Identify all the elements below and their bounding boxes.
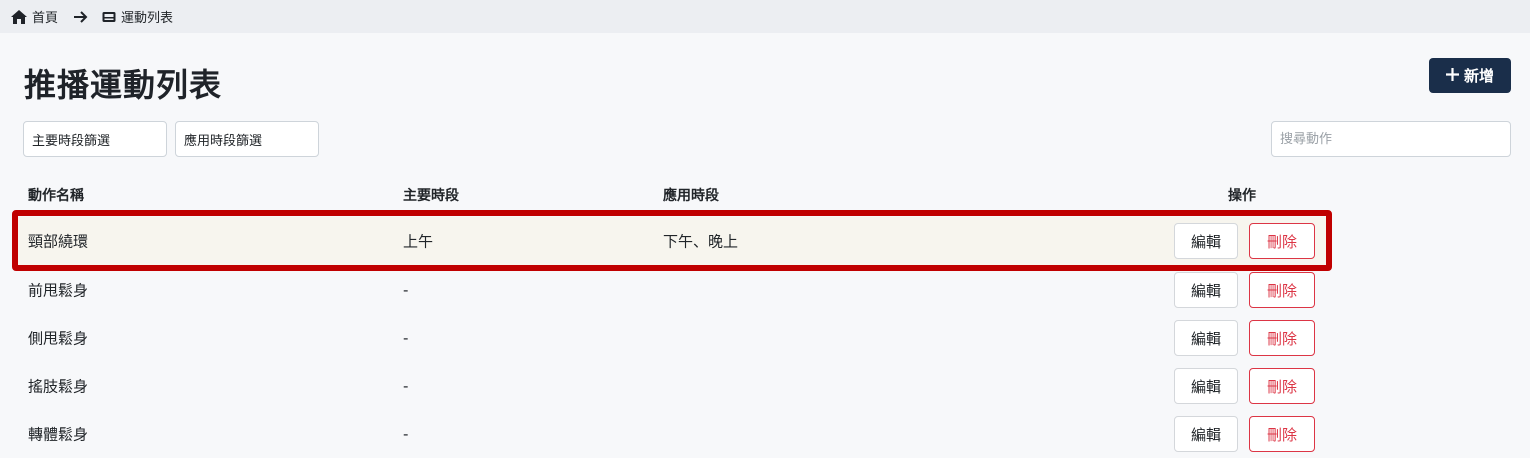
column-header-primary-period: 主要時段 — [403, 188, 459, 204]
edit-button[interactable]: 編輯 — [1174, 416, 1238, 452]
edit-button[interactable]: 編輯 — [1174, 320, 1238, 356]
exercise-name: 轉體鬆身 — [28, 425, 89, 444]
exercise-name: 搖肢鬆身 — [28, 377, 89, 396]
breadcrumb: 首頁 運動列表 — [0, 0, 1530, 33]
table-row: 頸部繞環 上午 下午、晚上 編輯 刪除 — [16, 217, 1330, 265]
delete-button[interactable]: 刪除 — [1249, 223, 1315, 259]
delete-button[interactable]: 刪除 — [1249, 272, 1315, 308]
add-button-label: 新增 — [1463, 67, 1494, 85]
search-input[interactable] — [1271, 121, 1511, 157]
primary-period: - — [403, 329, 409, 347]
page-title: 推播運動列表 — [24, 66, 223, 104]
exercise-name: 前甩鬆身 — [28, 281, 89, 300]
table-row: 搖肢鬆身 - 編輯 刪除 — [16, 362, 1330, 410]
edit-button[interactable]: 編輯 — [1174, 223, 1238, 259]
delete-button[interactable]: 刪除 — [1249, 368, 1315, 404]
column-header-applied-period: 應用時段 — [663, 188, 719, 204]
breadcrumb-home[interactable]: 首頁 — [11, 7, 58, 26]
primary-period: - — [403, 281, 409, 299]
applied-period-filter-label: 應用時段篩選 — [184, 133, 263, 149]
add-button[interactable]: 新增 — [1429, 58, 1511, 93]
table-row: 轉體鬆身 - 編輯 刪除 — [16, 410, 1330, 458]
keyboard-icon — [102, 11, 116, 23]
applied-period-filter[interactable]: 應用時段篩選 — [175, 121, 319, 157]
edit-button[interactable]: 編輯 — [1174, 368, 1238, 404]
primary-period: - — [403, 377, 409, 395]
breadcrumb-current-label: 運動列表 — [121, 11, 174, 26]
table-row: 側甩鬆身 - 編輯 刪除 — [16, 314, 1330, 362]
primary-period-filter[interactable]: 主要時段篩選 — [23, 121, 167, 157]
primary-period-filter-label: 主要時段篩選 — [32, 133, 111, 149]
breadcrumb-home-label: 首頁 — [32, 11, 59, 26]
plus-icon — [1445, 67, 1459, 85]
primary-period: - — [403, 425, 409, 443]
exercise-name: 側甩鬆身 — [28, 329, 89, 348]
table-row: 前甩鬆身 - 編輯 刪除 — [16, 266, 1330, 314]
column-header-actions: 操作 — [1228, 188, 1256, 204]
delete-button[interactable]: 刪除 — [1249, 320, 1315, 356]
home-icon — [11, 9, 27, 24]
column-header-name: 動作名稱 — [28, 188, 84, 204]
edit-button[interactable]: 編輯 — [1174, 272, 1238, 308]
delete-button[interactable]: 刪除 — [1249, 416, 1315, 452]
breadcrumb-current[interactable]: 運動列表 — [102, 7, 173, 26]
applied-period: 下午、晚上 — [663, 232, 739, 251]
primary-period: 上午 — [403, 232, 434, 251]
arrow-right-icon — [74, 10, 88, 23]
exercise-name: 頸部繞環 — [28, 232, 89, 251]
